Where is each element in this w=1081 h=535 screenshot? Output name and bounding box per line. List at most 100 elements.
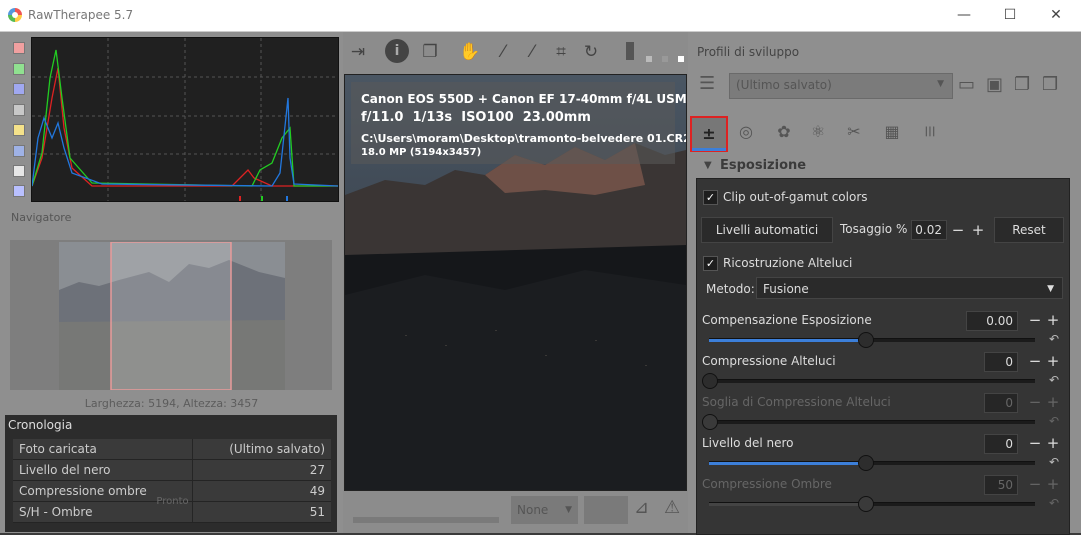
background-color-icon[interactable] (646, 56, 652, 62)
tab-exposure-icon[interactable]: ± (690, 116, 728, 152)
histogram-channel-toggle[interactable] (13, 165, 25, 177)
hide-panel-icon[interactable]: ⇥ (345, 39, 371, 65)
copy-icon[interactable]: ❐ (1014, 74, 1030, 95)
slider-track[interactable] (709, 332, 1035, 348)
histogram-channel-toggle[interactable] (13, 124, 25, 136)
slider-fill (709, 503, 866, 506)
maximize-button[interactable]: ☐ (987, 0, 1033, 30)
output-profile-select[interactable]: None ▼ (511, 496, 578, 524)
minimize-button[interactable]: — (941, 0, 987, 30)
decrement-button[interactable]: − (1028, 436, 1042, 451)
histogram-channel-toggle[interactable] (13, 83, 25, 95)
increment-button[interactable]: + (1046, 477, 1060, 492)
slider-handle[interactable] (702, 414, 718, 430)
profile-select[interactable]: (Ultimo salvato) ▼ (729, 73, 953, 99)
navigator-title: Navigatore (11, 211, 72, 224)
increment-button[interactable]: + (1046, 436, 1060, 451)
hand-tool-icon[interactable]: ✋ (457, 39, 483, 65)
reset-icon[interactable]: ↶ (1049, 496, 1059, 510)
history-value: (Ultimo salvato) (191, 439, 331, 460)
highlight-recon-checkbox[interactable]: ✓ (703, 256, 718, 271)
shutter-speed: 1/13s (412, 110, 453, 125)
paste-icon[interactable]: ❒ (1042, 74, 1058, 95)
decrement-button[interactable]: − (1028, 395, 1042, 410)
highlight-recon-label: Ricostruzione Alteluci (723, 256, 853, 270)
gamut-warning-icon[interactable]: ⚠ (664, 497, 680, 518)
auto-levels-button[interactable]: Livelli automatici (701, 217, 833, 243)
decrement-button[interactable]: − (1028, 313, 1042, 328)
slider-track[interactable] (702, 414, 1035, 430)
tab-color-icon[interactable]: ✿ (767, 116, 801, 148)
white-balance-picker-icon[interactable]: ⁄ (490, 39, 516, 65)
open-folder-icon[interactable]: ▭ (958, 74, 975, 95)
histogram-channel-toggle[interactable] (13, 185, 25, 197)
reset-icon[interactable]: ↶ (1049, 455, 1059, 469)
save-icon[interactable]: ▣ (986, 74, 1003, 95)
history-row[interactable]: Livello del nero 27 (13, 459, 331, 481)
before-after-icon[interactable]: ❐ (417, 39, 443, 65)
highlight-recon-row: ✓ Ricostruzione Alteluci (697, 255, 1069, 275)
preview-mode-icon[interactable] (626, 42, 634, 60)
slider-handle[interactable] (702, 373, 718, 389)
slider-track[interactable] (709, 455, 1035, 471)
close-button[interactable]: ✕ (1033, 0, 1079, 30)
increment-button[interactable]: + (1046, 354, 1060, 369)
soft-proof-icon[interactable]: ⊿ (634, 497, 649, 518)
slider-track[interactable] (702, 373, 1035, 389)
increment-button[interactable]: + (971, 223, 985, 238)
progress-bar (353, 517, 499, 523)
tab-raw-icon[interactable]: ▦ (875, 116, 909, 148)
tab-detail-icon[interactable]: ◎ (729, 116, 763, 148)
slider-value-input[interactable]: 50 (984, 475, 1018, 495)
profile-list-icon[interactable]: ☰ (699, 73, 723, 97)
clip-gamut-checkbox[interactable]: ✓ (703, 190, 718, 205)
gamut-select[interactable] (584, 496, 628, 524)
collapse-chevron-icon[interactable]: ▼ (704, 160, 712, 171)
decrement-button[interactable]: − (951, 223, 965, 238)
tab-transform-icon[interactable]: ✂ (837, 116, 871, 148)
output-profile-value: None (517, 503, 549, 517)
background-color-icon[interactable] (662, 56, 668, 62)
reset-icon[interactable]: ↶ (1049, 332, 1059, 346)
clip-percent-input[interactable]: 0.02 (911, 220, 947, 240)
background-color-icon[interactable] (678, 56, 684, 62)
tab-advanced-icon[interactable]: ⚛ (801, 116, 835, 148)
slider-value-input[interactable]: 0 (984, 434, 1018, 454)
image-preview[interactable]: Canon EOS 550D + Canon EF 17-40mm f/4L U… (344, 74, 687, 491)
histogram-channel-toggle[interactable] (13, 145, 25, 157)
slider-track[interactable] (709, 496, 1035, 512)
method-select[interactable]: Fusione ▼ (756, 277, 1063, 299)
increment-button[interactable]: + (1046, 313, 1060, 328)
histogram-channel-toggle[interactable] (13, 42, 25, 54)
clip-gamut-label: Clip out-of-gamut colors (723, 190, 868, 204)
slider-row: Compensazione Esposizione 0.00− + ↶ (697, 311, 1069, 348)
history-row[interactable]: Foto caricata (Ultimo salvato) (13, 439, 331, 460)
tool-tabs: ± ◎ ✿ ⚛ ✂ ▦ ||| (689, 112, 1079, 152)
info-icon[interactable]: i (385, 39, 409, 63)
crop-icon[interactable]: ⌗ (548, 39, 574, 65)
exposure-section-title[interactable]: Esposizione (720, 158, 806, 173)
straighten-icon[interactable]: ↻ (578, 39, 604, 65)
slider-handle[interactable] (858, 332, 875, 348)
reset-icon[interactable]: ↶ (1049, 373, 1059, 387)
megapixels: 18.0 MP (5194x3457) (361, 147, 482, 158)
reset-button[interactable]: Reset (994, 217, 1064, 243)
slider-value-input[interactable]: 0 (984, 352, 1018, 372)
reset-icon[interactable]: ↶ (1049, 414, 1059, 428)
window-title: RawTherapee 5.7 (28, 8, 134, 22)
decrement-button[interactable]: − (1028, 477, 1042, 492)
increment-button[interactable]: + (1046, 395, 1060, 410)
color-picker-icon[interactable]: ⁄ (519, 39, 545, 65)
histogram-channel-toggle[interactable] (13, 104, 25, 116)
slider-handle[interactable] (858, 455, 875, 471)
slider-value-input[interactable]: 0 (984, 393, 1018, 413)
decrement-button[interactable]: − (1028, 354, 1042, 369)
slider-handle[interactable] (858, 496, 875, 512)
history-label: Foto caricata (13, 439, 193, 460)
history-value: 27 (191, 459, 331, 481)
navigator[interactable] (10, 240, 332, 390)
histogram-channel-toggle[interactable] (13, 63, 25, 75)
slider-value-input[interactable]: 0.00 (966, 311, 1018, 331)
chevron-down-icon: ▼ (1047, 284, 1054, 294)
tab-metadata-icon[interactable]: ||| (913, 116, 947, 148)
